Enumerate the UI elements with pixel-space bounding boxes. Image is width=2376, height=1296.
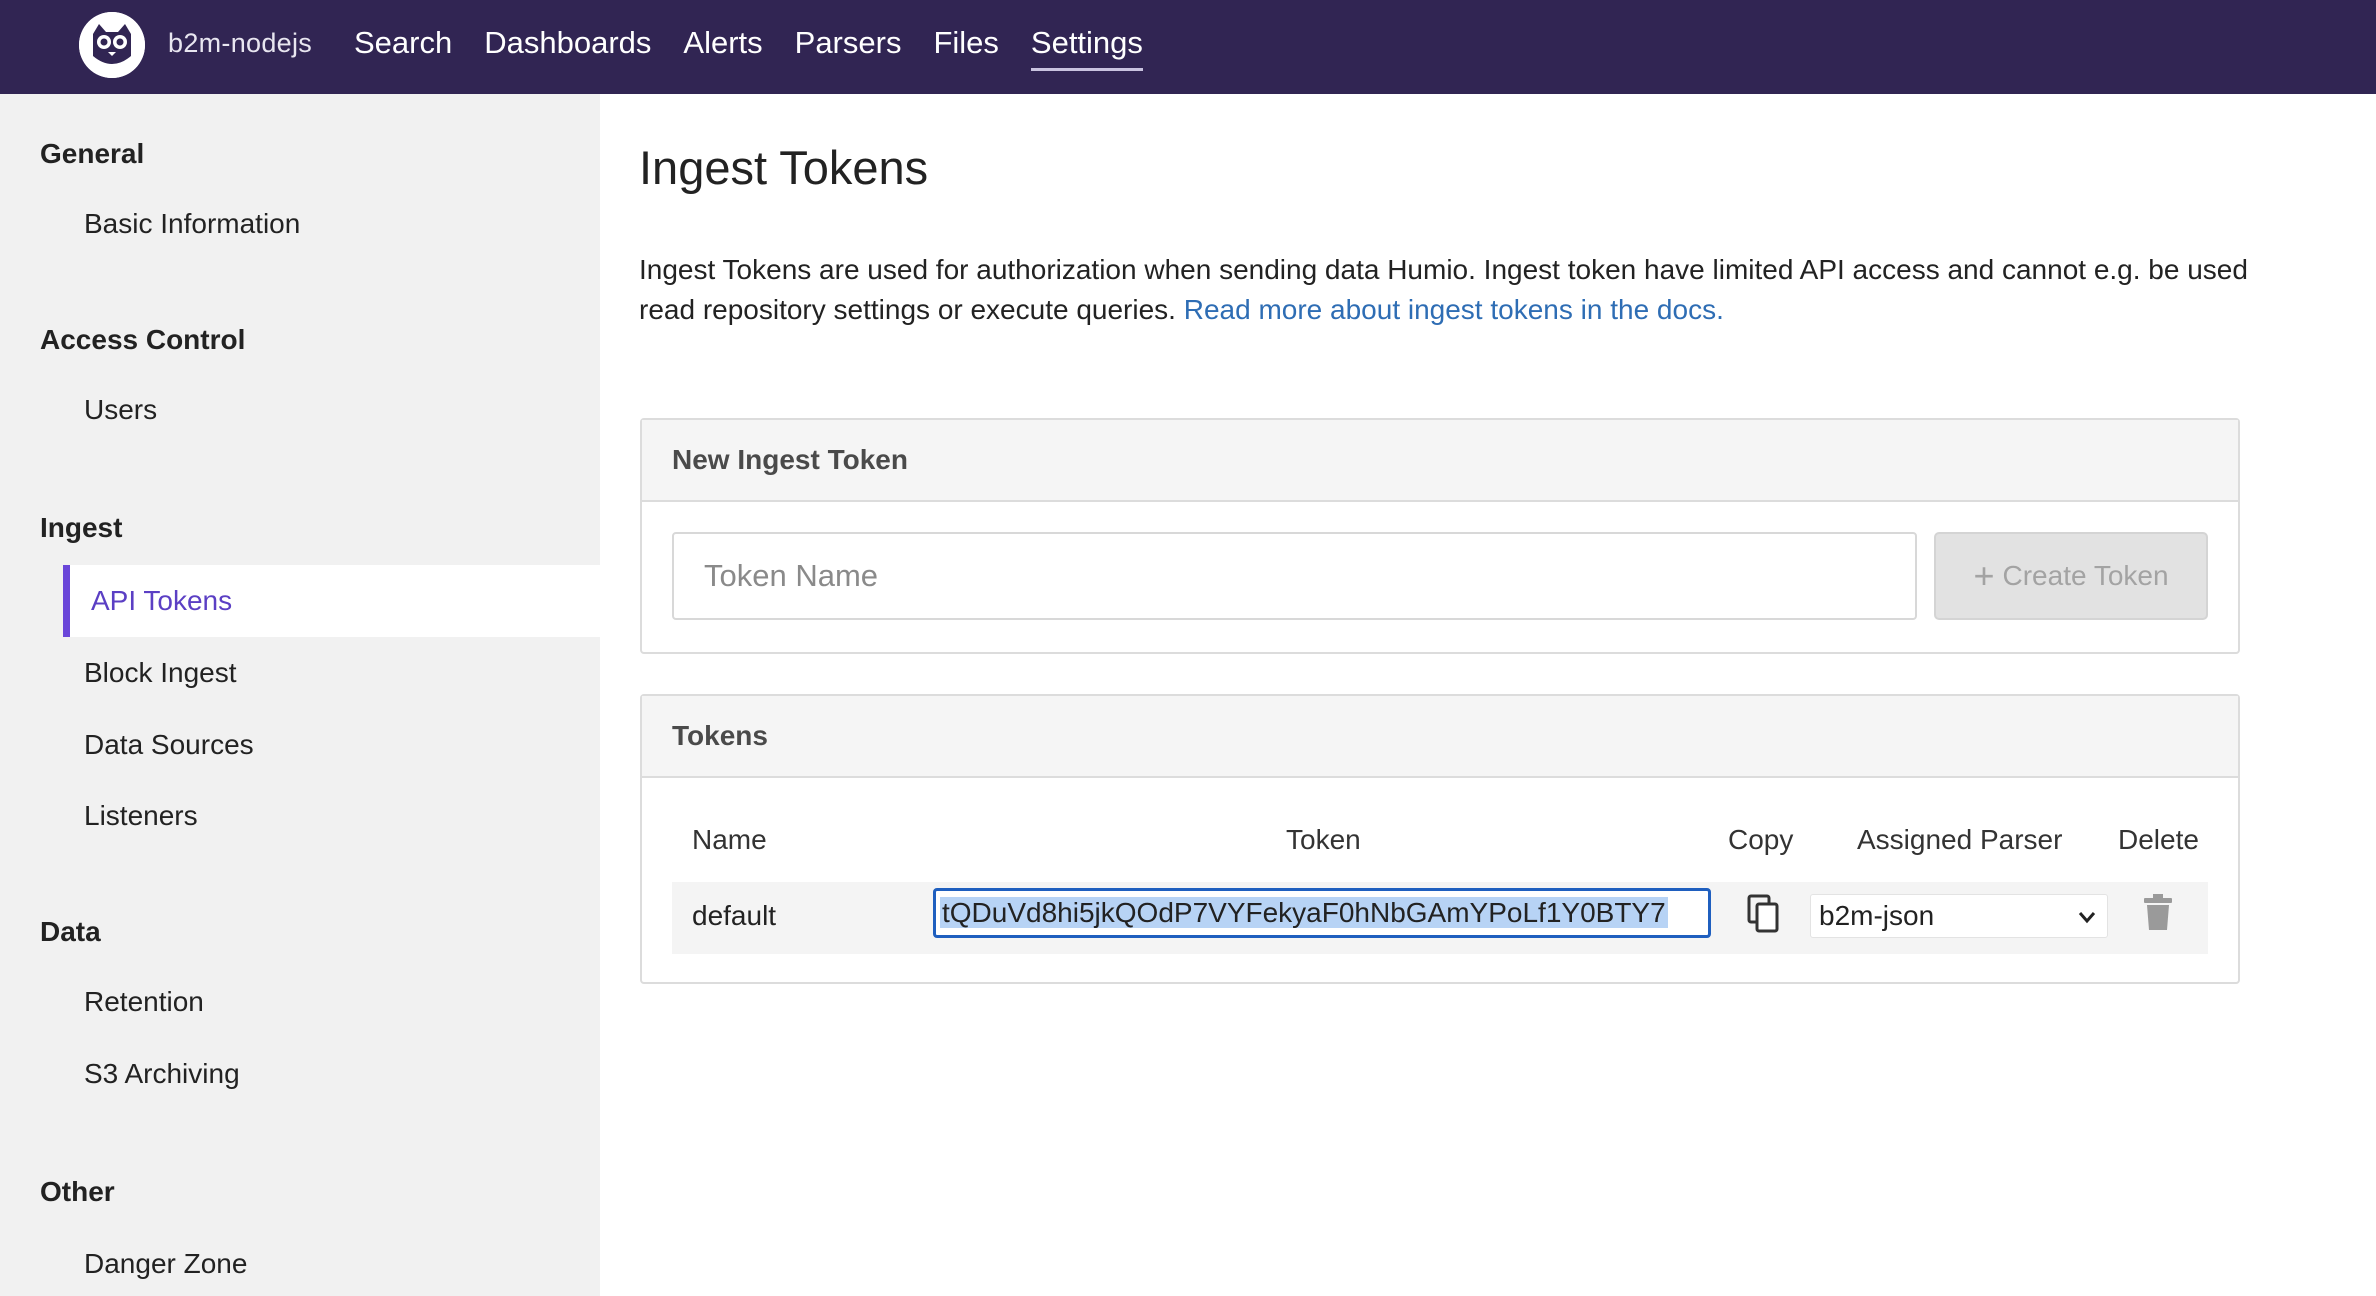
top-navbar: b2m-nodejs Search Dashboards Alerts Pars… (0, 0, 2376, 94)
chevron-down-icon (2078, 912, 2096, 924)
sidebar-heading-general: General (40, 138, 145, 169)
tokens-panel-title: Tokens (642, 696, 2238, 778)
sidebar-item-danger-zone[interactable]: Danger Zone (0, 1228, 600, 1296)
copy-icon[interactable] (1746, 894, 1782, 934)
sidebar-heading-data: Data (40, 916, 101, 947)
sidebar-item-s3-archiving[interactable]: S3 Archiving (0, 1038, 600, 1110)
token-name-cell: default (692, 900, 777, 931)
sidebar-item-api-tokens[interactable]: API Tokens (63, 565, 600, 637)
trash-icon[interactable] (2142, 892, 2174, 932)
page-description: Ingest Tokens are used for authorization… (639, 250, 2259, 330)
column-header-delete: Delete (2118, 824, 2199, 855)
create-token-button[interactable]: + Create Token (1934, 532, 2208, 620)
sidebar-heading-access-control: Access Control (40, 324, 246, 355)
column-header-copy: Copy (1728, 824, 1794, 855)
sidebar-item-listeners[interactable]: Listeners (0, 780, 600, 852)
sidebar-item-basic-information[interactable]: Basic Information (0, 188, 600, 260)
tokens-panel: Tokens Name Token Copy Assigned Parser D… (640, 694, 2240, 984)
nav-settings[interactable]: Settings (1030, 24, 1143, 71)
sidebar-heading-other: Other (40, 1176, 115, 1207)
assigned-parser-value: b2m-json (1819, 900, 1935, 931)
repository-name[interactable]: b2m-nodejs (168, 28, 312, 59)
nav-files[interactable]: Files (933, 24, 998, 71)
nav-parsers[interactable]: Parsers (795, 24, 902, 71)
sidebar-item-block-ingest[interactable]: Block Ingest (0, 637, 600, 709)
nav-alerts[interactable]: Alerts (683, 24, 762, 71)
main-nav: Search Dashboards Alerts Parsers Files S… (354, 24, 1175, 71)
humio-owl-logo-icon[interactable] (79, 12, 145, 78)
column-header-assigned-parser: Assigned Parser (1857, 824, 2063, 855)
new-token-panel: New Ingest Token + Create Token (640, 418, 2240, 654)
docs-link[interactable]: Read more about ingest tokens in the doc… (1184, 294, 1724, 325)
nav-search[interactable]: Search (354, 24, 452, 71)
sidebar-item-data-sources[interactable]: Data Sources (0, 709, 600, 781)
column-header-token: Token (1286, 824, 1361, 855)
column-header-name: Name (692, 824, 767, 855)
sidebar-item-users[interactable]: Users (0, 374, 600, 446)
page-title: Ingest Tokens (639, 141, 929, 194)
new-token-panel-title: New Ingest Token (642, 420, 2238, 502)
create-token-label: Create Token (2002, 560, 2169, 591)
token-value-text: tQDuVd8hi5jkQOdP7VYFekyaF0hNbGAmYPoLf1Y0… (940, 897, 1668, 928)
sidebar-heading-ingest: Ingest (40, 512, 123, 543)
sidebar-item-retention[interactable]: Retention (0, 966, 600, 1038)
assigned-parser-select[interactable]: b2m-json (1810, 894, 2108, 938)
nav-dashboards[interactable]: Dashboards (484, 24, 651, 71)
token-name-input[interactable] (672, 532, 1917, 620)
settings-sidebar: General Basic Information Access Control… (0, 94, 600, 1296)
plus-icon: + (1973, 555, 1995, 596)
token-value-field[interactable]: tQDuVd8hi5jkQOdP7VYFekyaF0hNbGAmYPoLf1Y0… (933, 888, 1711, 938)
